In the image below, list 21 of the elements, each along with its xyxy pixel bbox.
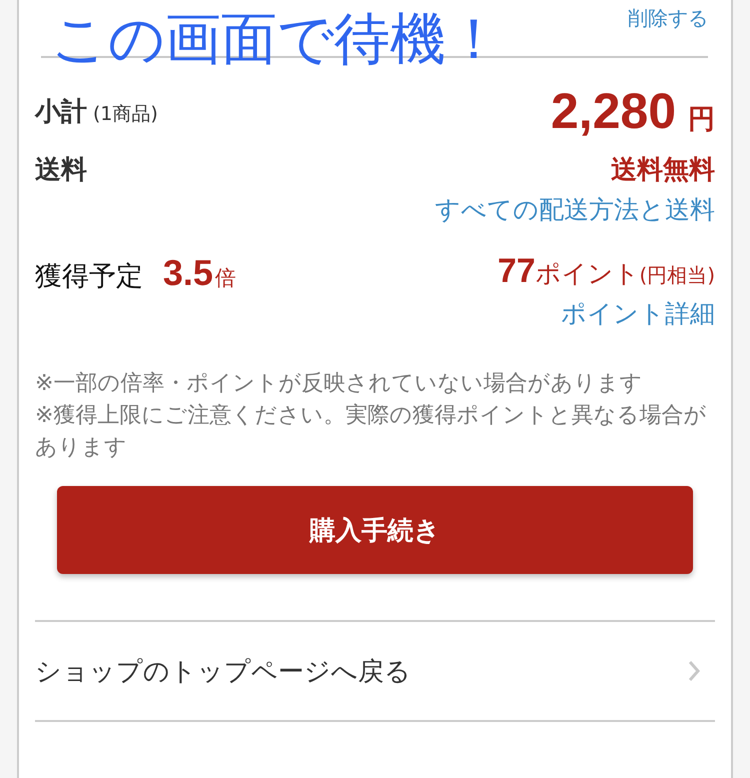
points-detail-link[interactable]: ポイント詳細 xyxy=(561,297,715,330)
shipping-value: 送料無料 xyxy=(611,154,715,187)
back-to-shop-link[interactable]: ショップのトップページへ戻る xyxy=(35,654,411,688)
checkout-button[interactable]: 購入手続き xyxy=(57,486,693,574)
shipping-label: 送料 xyxy=(35,154,87,187)
annotation-text: この画面で待機！ xyxy=(51,6,502,74)
currency-label: 円 xyxy=(688,103,715,137)
chevron-right-icon xyxy=(687,659,701,683)
notice-text: ※一部の倍率・ポイントが反映されていない場合があります xyxy=(35,370,644,398)
subtotal-label: 小計 xyxy=(35,96,87,128)
item-count: (1商品) xyxy=(93,102,158,126)
notice-text: ※獲得上限にご注意ください。実際の獲得ポイントと異なる場合があります xyxy=(35,402,707,462)
points-label: 獲得予定 xyxy=(35,260,143,294)
points-rate: 3.5 xyxy=(163,252,214,294)
points-note: (円相当) xyxy=(639,262,715,289)
shipping-methods-link[interactable]: すべての配送方法と送料 xyxy=(435,193,715,226)
points-amount: 77 xyxy=(498,252,536,291)
delete-link[interactable]: 削除する xyxy=(628,5,708,56)
subtotal-amount: 2,280 xyxy=(550,82,676,140)
rate-unit: 倍 xyxy=(215,265,236,292)
points-unit: ポイント xyxy=(535,258,640,290)
